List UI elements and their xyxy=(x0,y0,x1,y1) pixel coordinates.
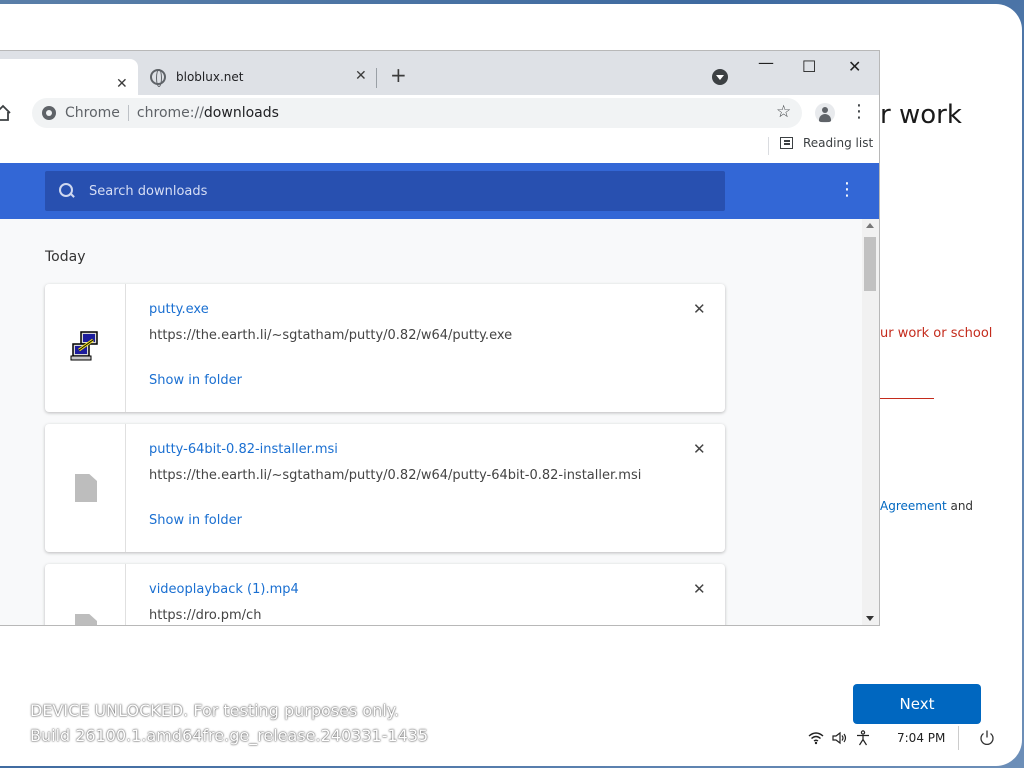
file-name-link[interactable]: putty-64bit-0.82-installer.msi xyxy=(149,442,338,457)
bookmark-star-icon[interactable]: ☆ xyxy=(776,102,791,122)
tab-title: bloblux.net xyxy=(176,70,244,84)
download-item: putty-64bit-0.82-installer.msi https://t… xyxy=(45,424,725,552)
volume-icon[interactable] xyxy=(832,731,848,745)
search-placeholder: Search downloads xyxy=(89,183,208,199)
browser-toolbar: Chrome chrome://downloads ☆ ⋮ xyxy=(0,95,879,131)
tab-separator xyxy=(376,68,377,88)
wifi-icon[interactable] xyxy=(808,731,824,745)
url-text[interactable]: chrome://downloads xyxy=(137,105,279,121)
putty-icon xyxy=(70,331,98,361)
address-bar[interactable]: Chrome chrome://downloads xyxy=(32,98,802,128)
new-tab-button[interactable]: + xyxy=(390,63,407,87)
next-button[interactable]: Next xyxy=(853,684,981,724)
show-in-folder-link[interactable]: Show in folder xyxy=(149,513,242,528)
profile-avatar-icon[interactable] xyxy=(815,103,835,123)
downloads-list: Today putty.exe https://the.earth.li/~sg… xyxy=(0,219,879,625)
omnibox-separator xyxy=(127,105,129,121)
minimize-button[interactable]: — xyxy=(758,53,774,72)
oobe-input-underline xyxy=(880,398,934,399)
downloads-header: Search downloads ⋮ xyxy=(0,163,879,219)
download-icon-column xyxy=(45,284,126,412)
file-icon xyxy=(75,474,97,502)
bookmarks-bar: Reading list xyxy=(0,131,879,163)
oobe-error-text: ur work or school xyxy=(880,326,993,341)
tab-downloads[interactable]: ✕ xyxy=(0,59,138,95)
tab-close-icon[interactable]: ✕ xyxy=(116,76,128,92)
scrollbar-thumb[interactable] xyxy=(864,237,876,291)
watermark-build: Build 26100.1.amd64fre.ge_release.240331… xyxy=(30,726,429,745)
power-button[interactable] xyxy=(978,728,996,748)
oobe-terms: Agreement and xyxy=(880,499,973,513)
system-tray-icons[interactable] xyxy=(808,728,870,748)
accessibility-icon[interactable] xyxy=(856,730,870,746)
file-url[interactable]: https://the.earth.li/~sgtatham/putty/0.8… xyxy=(149,328,512,343)
chrome-menu-icon[interactable]: ⋮ xyxy=(850,101,868,122)
watermark-line: DEVICE UNLOCKED. For testing purposes on… xyxy=(30,701,400,720)
scroll-down-arrow-icon[interactable] xyxy=(866,616,874,621)
remove-download-icon[interactable]: ✕ xyxy=(693,440,706,458)
download-icon-column xyxy=(45,424,126,552)
oobe-title: r work xyxy=(880,100,962,130)
tab-strip: ✕ bloblux.net ✕ + — ☐ ✕ xyxy=(0,51,879,95)
file-url[interactable]: https://dro.pm/ch xyxy=(149,608,261,623)
terms-text: and xyxy=(946,499,974,513)
close-window-button[interactable]: ✕ xyxy=(848,57,861,76)
tab-search-icon[interactable] xyxy=(712,69,728,85)
file-name-link[interactable]: putty.exe xyxy=(149,302,209,317)
chrome-window: ✕ bloblux.net ✕ + — ☐ ✕ Chrome chrome://… xyxy=(0,50,880,626)
maximize-button[interactable]: ☐ xyxy=(802,57,816,76)
power-icon[interactable] xyxy=(978,729,996,747)
globe-icon xyxy=(150,69,166,87)
agreement-link[interactable]: Agreement xyxy=(880,499,947,513)
section-label: Today xyxy=(45,249,86,265)
home-icon[interactable] xyxy=(0,104,12,122)
file-url[interactable]: https://the.earth.li/~sgtatham/putty/0.8… xyxy=(149,468,641,483)
download-item: videoplayback (1).mp4 https://dro.pm/ch … xyxy=(45,564,725,625)
show-in-folder-link[interactable]: Show in folder xyxy=(149,373,242,388)
reading-list-button[interactable]: Reading list xyxy=(780,136,873,150)
reading-list-icon xyxy=(780,137,793,149)
tab-close-icon[interactable]: ✕ xyxy=(355,68,367,84)
search-icon xyxy=(59,183,75,199)
downloads-menu-icon[interactable]: ⋮ xyxy=(838,179,856,200)
file-name-link[interactable]: videoplayback (1).mp4 xyxy=(149,582,299,597)
tab-bloblux[interactable]: bloblux.net xyxy=(146,59,376,95)
reading-list-label: Reading list xyxy=(803,136,874,150)
bookmarks-separator xyxy=(768,137,769,155)
download-icon-column xyxy=(45,564,126,625)
tray-separator xyxy=(958,726,959,750)
remove-download-icon[interactable]: ✕ xyxy=(693,300,706,318)
chrome-site-icon[interactable] xyxy=(42,106,56,120)
scroll-up-arrow-icon[interactable] xyxy=(866,223,874,228)
clock[interactable]: 7:04 PM xyxy=(897,728,945,748)
search-downloads-input[interactable]: Search downloads xyxy=(45,171,725,211)
remove-download-icon[interactable]: ✕ xyxy=(693,580,706,598)
download-item: putty.exe https://the.earth.li/~sgtatham… xyxy=(45,284,725,412)
file-icon xyxy=(75,614,97,625)
site-label: Chrome xyxy=(65,105,120,121)
